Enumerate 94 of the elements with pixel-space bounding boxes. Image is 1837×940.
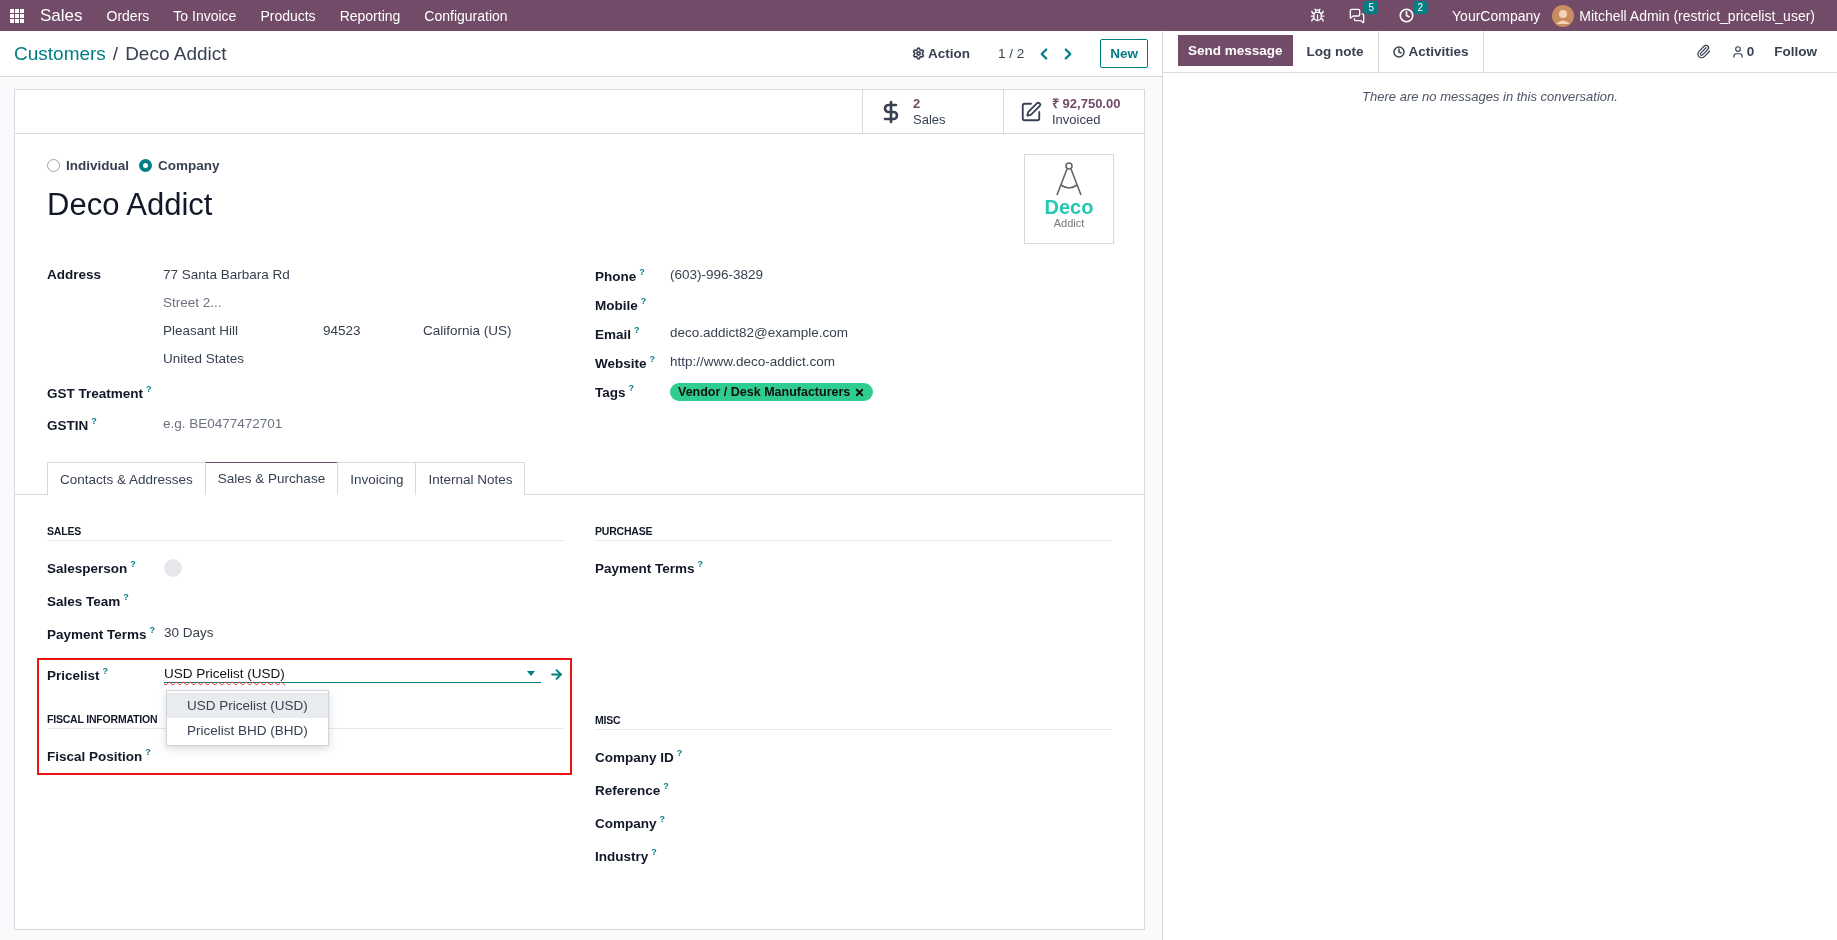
radio-option[interactable]: Company (139, 158, 220, 173)
pricelist-select[interactable]: USD Pricelist (USD) (164, 666, 541, 683)
field-label: Mobile $^{?}$ (595, 296, 648, 313)
form-tab[interactable]: Sales & Purchase (204, 462, 339, 495)
pager-value[interactable]: 1 / 2 (997, 46, 1025, 61)
field-label: Email $^{?}$ (595, 325, 641, 342)
help-mark[interactable]: ? (651, 847, 657, 857)
help-mark[interactable]: ? (640, 296, 647, 306)
field-label: Company $^{?}$ (595, 814, 666, 831)
avatar-icon[interactable] (1552, 4, 1575, 27)
help-mark[interactable]: ? (628, 383, 634, 393)
menu-item[interactable]: Orders (94, 7, 162, 24)
help-mark[interactable]: ? (102, 666, 109, 676)
help-mark[interactable]: ? (149, 625, 156, 635)
section-title: PURCHASE (595, 525, 1112, 541)
send-message-button[interactable]: Send message (1178, 35, 1293, 66)
gear-icon (911, 47, 925, 60)
count-badge: 2 (1413, 1, 1428, 14)
company-switcher[interactable]: YourCompany (1440, 7, 1553, 24)
company-logo[interactable]: Deco Addict (1024, 154, 1114, 244)
help-mark[interactable]: ? (634, 325, 640, 335)
field-value[interactable]: deco.addict82@example.com (670, 325, 849, 340)
field-value[interactable]: Pleasant Hill (163, 323, 323, 338)
user-menu[interactable]: Mitchell Admin (restrict_pricelist_user) (1574, 7, 1827, 24)
chat-icon[interactable] (1349, 7, 1366, 24)
field-label: Tags $^{?}$ (595, 383, 635, 400)
radio-option[interactable]: Individual (47, 158, 129, 173)
field-value[interactable]: (603)-996-3829 (670, 267, 764, 282)
field-label: GST Treatment $^{?}$ (47, 384, 153, 401)
empty-message: There are no messages in this conversation. (1361, 89, 1619, 104)
field-value[interactable]: http://www.deco-addict.com (670, 354, 836, 369)
help-mark[interactable]: ? (639, 267, 645, 277)
form-tab[interactable]: Contacts & Addresses (47, 462, 206, 495)
followers-button[interactable]: 0 (1720, 31, 1765, 72)
partner-name[interactable]: Deco Addict (47, 187, 213, 223)
field-placeholder[interactable]: Street 2... (163, 295, 222, 310)
field-label: Company ID $^{?}$ (595, 748, 684, 765)
edit-icon (1020, 100, 1042, 123)
app-grid-icon[interactable] (10, 8, 24, 23)
menu-item[interactable]: Products (248, 7, 328, 24)
help-mark[interactable]: ? (91, 416, 97, 426)
tag-chip[interactable]: Vendor / Desk Manufacturers (670, 383, 874, 401)
count-badge: 5 (1364, 0, 1379, 14)
clock-icon[interactable] (1399, 8, 1415, 23)
clock-icon (1392, 45, 1405, 58)
section-title: MISC (595, 714, 1112, 730)
field-label: Fiscal Position $^{?}$ (47, 747, 152, 764)
help-mark[interactable]: ? (146, 384, 152, 394)
field-label: Payment Terms $^{?}$ (595, 559, 705, 576)
help-mark[interactable]: ? (123, 592, 129, 602)
field-value[interactable]: United States (163, 351, 245, 366)
help-mark[interactable]: ? (663, 781, 669, 791)
breadcrumb-link[interactable]: Customers (14, 42, 106, 65)
arrow-right-icon[interactable] (549, 667, 564, 682)
user-icon (1730, 44, 1745, 59)
help-mark[interactable]: ? (659, 814, 665, 824)
app-name[interactable]: Sales (28, 5, 95, 26)
field-value[interactable]: 94523 (323, 323, 423, 338)
dropdown-option[interactable]: USD Pricelist (USD) (167, 693, 328, 718)
help-mark[interactable]: ? (697, 559, 704, 569)
help-mark[interactable]: ? (649, 354, 655, 364)
bug-icon[interactable] (1310, 8, 1326, 23)
help-mark[interactable]: ? (130, 559, 136, 569)
follow-button[interactable]: Follow (1764, 31, 1827, 72)
breadcrumb-current: Deco Addict (125, 42, 227, 65)
field-label: Address (47, 267, 103, 282)
paperclip-icon (1695, 44, 1711, 59)
form-tab[interactable]: Invoicing (337, 462, 417, 495)
form-tab[interactable]: Internal Notes (415, 462, 526, 495)
caret-icon[interactable] (527, 671, 535, 676)
breadcrumb-separator: / (112, 42, 119, 65)
field-placeholder[interactable]: e.g. BE0477472701 (163, 416, 283, 431)
field-label: Salesperson $^{?}$ (47, 559, 137, 576)
menu-item[interactable]: Configuration (412, 7, 520, 24)
help-mark[interactable]: ? (676, 748, 683, 758)
menu-item[interactable]: Reporting (327, 7, 413, 24)
field-value[interactable]: 30 Days (164, 625, 214, 640)
section-title: SALES (47, 525, 564, 541)
field-label: Industry $^{?}$ (595, 847, 658, 864)
field-label: Website $^{?}$ (595, 354, 656, 371)
action-button[interactable]: Action (903, 42, 978, 65)
remove-icon[interactable] (854, 386, 866, 398)
menu-item[interactable]: To Invoice (161, 7, 249, 24)
field-label: Reference $^{?}$ (595, 781, 670, 798)
activities-tab[interactable]: Activities (1377, 31, 1484, 72)
field-label: GSTIN $^{?}$ (47, 416, 98, 433)
field-label: Phone $^{?}$ (595, 267, 646, 284)
new-button[interactable]: New (1100, 39, 1148, 68)
field-value[interactable]: California (US) (423, 323, 512, 338)
field-label: Payment Terms $^{?}$ (47, 625, 157, 642)
field-label: Sales Team $^{?}$ (47, 592, 130, 609)
field-value[interactable]: 77 Santa Barbara Rd (163, 267, 290, 282)
help-mark[interactable]: ? (145, 747, 151, 757)
field-label: Pricelist $^{?}$ (47, 666, 110, 683)
